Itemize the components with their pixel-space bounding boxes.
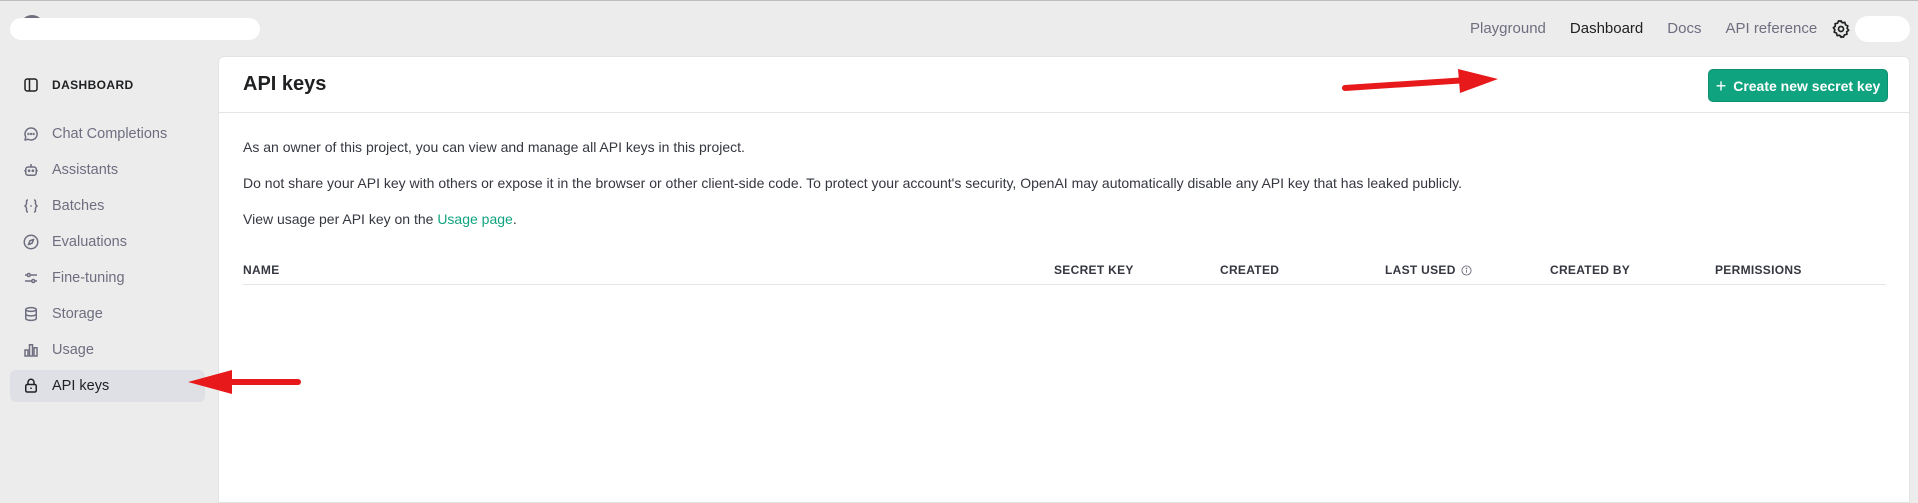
plus-icon: + — [1715, 75, 1727, 96]
sidebar-item-assistants[interactable]: Assistants — [10, 154, 205, 186]
usage-notice-prefix: View usage per API key on the — [243, 211, 438, 227]
create-secret-key-button[interactable]: + Create new secret key — [1708, 69, 1888, 102]
nav-docs[interactable]: Docs — [1667, 20, 1701, 37]
column-name: NAME — [243, 263, 280, 277]
braces-icon — [22, 197, 40, 215]
top-nav: Playground Dashboard Docs API reference — [1470, 20, 1841, 37]
sidebar: DASHBOARD Chat Completions Assistants Ba… — [0, 56, 218, 503]
sidebar-item-label: Assistants — [52, 162, 119, 178]
database-icon — [22, 305, 40, 323]
info-icon[interactable] — [1461, 264, 1472, 276]
usage-page-link[interactable]: Usage page — [437, 211, 513, 227]
owner-notice: As an owner of this project, you can vie… — [243, 139, 745, 155]
robot-icon — [22, 161, 40, 179]
nav-playground[interactable]: Playground — [1470, 20, 1546, 37]
column-last-used-label: LAST USED — [1385, 263, 1456, 277]
nav-api-reference[interactable]: API reference — [1725, 20, 1817, 37]
sidebar-item-label: Storage — [52, 306, 103, 322]
sidebar-item-label: Chat Completions — [52, 126, 168, 142]
security-notice: Do not share your API key with others or… — [243, 175, 1462, 191]
sidebar-item-label: Evaluations — [52, 234, 127, 250]
compass-icon — [22, 233, 40, 251]
column-created-by: CREATED BY — [1550, 263, 1631, 277]
sliders-icon — [22, 269, 40, 287]
lock-icon — [22, 377, 40, 395]
column-created: CREATED — [1220, 263, 1280, 277]
bar-chart-icon — [22, 341, 40, 359]
redacted-user-avatar[interactable] — [1855, 16, 1910, 42]
usage-notice: View usage per API key on the Usage page… — [243, 211, 517, 227]
top-bar: Playground Dashboard Docs API reference — [0, 0, 1918, 56]
sidebar-item-label: Fine-tuning — [52, 270, 125, 286]
column-secret-key: SECRET KEY — [1054, 263, 1134, 277]
sidebar-item-fine-tuning[interactable]: Fine-tuning — [10, 262, 205, 294]
redacted-org-name — [10, 18, 260, 40]
sidebar-item-label: API keys — [52, 378, 110, 394]
page-title: API keys — [243, 73, 327, 95]
main-panel: API keys + Create new secret key As an o… — [218, 56, 1910, 503]
nav-dashboard[interactable]: Dashboard — [1570, 20, 1643, 37]
sidebar-item-label: Usage — [52, 342, 94, 358]
column-permissions: PERMISSIONS — [1715, 263, 1802, 277]
create-secret-key-label: Create new secret key — [1733, 77, 1881, 94]
sidebar-item-label: Batches — [52, 198, 105, 214]
sidebar-heading[interactable]: DASHBOARD — [22, 76, 134, 94]
sidebar-item-evaluations[interactable]: Evaluations — [10, 226, 205, 258]
column-last-used: LAST USED — [1385, 263, 1472, 277]
sidebar-item-api-keys[interactable]: API keys — [10, 370, 205, 402]
sidebar-item-chat-completions[interactable]: Chat Completions — [10, 118, 205, 150]
main-header: API keys + Create new secret key — [219, 57, 1909, 113]
sidebar-heading-label: DASHBOARD — [52, 78, 134, 92]
sidebar-item-usage[interactable]: Usage — [10, 334, 205, 366]
sidebar-toggle-icon — [22, 76, 40, 94]
table-header: NAME SECRET KEY CREATED LAST USED CREATE… — [243, 259, 1886, 285]
chat-bubble-icon — [22, 125, 40, 143]
sidebar-item-batches[interactable]: Batches — [10, 190, 205, 222]
sidebar-item-storage[interactable]: Storage — [10, 298, 205, 330]
usage-notice-suffix: . — [512, 211, 517, 227]
gear-icon[interactable] — [1831, 19, 1851, 39]
